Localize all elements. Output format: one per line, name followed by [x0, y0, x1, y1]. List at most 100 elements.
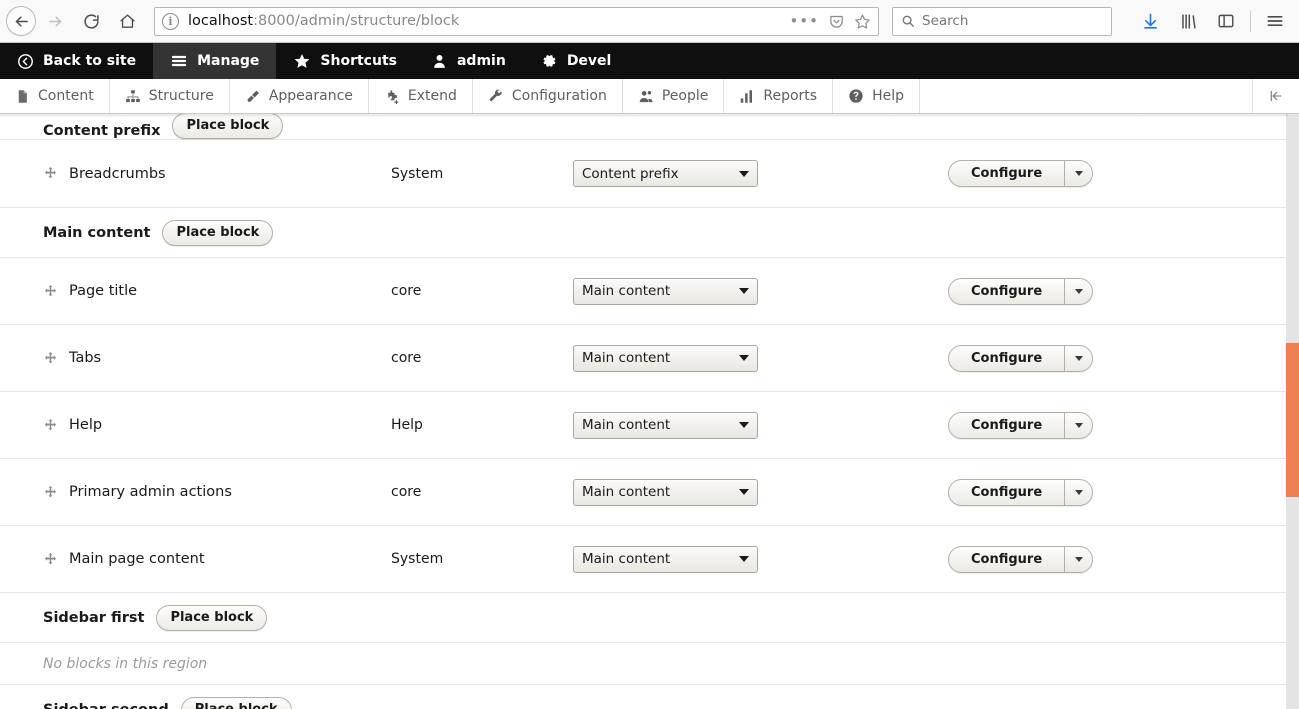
block-layout-table: Content prefix Place block Breadcrumbs S… [0, 114, 1288, 709]
back-button[interactable] [6, 6, 36, 36]
configure-button[interactable]: Configure [949, 547, 1064, 572]
url-bar[interactable]: i localhost:8000/admin/structure/block •… [154, 7, 879, 36]
configure-dropbutton[interactable]: Configure [948, 412, 1093, 439]
dropbutton-toggle[interactable] [1064, 413, 1092, 438]
region-select[interactable]: Main content [573, 479, 758, 506]
chevron-down-icon [1075, 356, 1083, 361]
page-scrollbar[interactable] [1286, 114, 1299, 709]
toolbar-item-back-to-site[interactable]: Back to site [0, 43, 153, 79]
chevron-down-icon [739, 288, 749, 294]
configure-button[interactable]: Configure [949, 413, 1064, 438]
configure-button[interactable]: Configure [949, 161, 1064, 186]
home-button[interactable] [110, 4, 144, 38]
block-provider: Help [391, 417, 573, 433]
region-select[interactable]: Content prefix [573, 160, 758, 187]
block-title: Breadcrumbs [69, 166, 391, 182]
table-row[interactable]: Page title core Main content Configure [0, 257, 1288, 324]
pocket-icon[interactable] [828, 13, 845, 30]
block-title: Page title [69, 283, 391, 299]
drag-move-icon[interactable] [43, 351, 69, 366]
sidebar-button[interactable] [1212, 7, 1240, 35]
url-text: localhost:8000/admin/structure/block [188, 13, 459, 29]
subtoolbar-spacer [920, 79, 1253, 113]
sidebar-icon [1217, 12, 1235, 30]
subtoolbar-item-configuration[interactable]: Configuration [473, 79, 623, 113]
toolbar-item-manage[interactable]: Manage [153, 43, 276, 79]
subtoolbar-item-content[interactable]: Content [0, 79, 110, 113]
home-icon [119, 13, 136, 30]
subtoolbar-item-help[interactable]: Help [833, 79, 920, 113]
subtoolbar-item-extend[interactable]: Extend [369, 79, 473, 113]
configure-dropbutton[interactable]: Configure [948, 345, 1093, 372]
configure-button[interactable]: Configure [949, 346, 1064, 371]
subtoolbar-item-label: People [662, 88, 709, 104]
toolbar-item-devel[interactable]: Devel [523, 43, 629, 79]
subtoolbar-item-structure[interactable]: Structure [110, 79, 230, 113]
collapse-toolbar-button[interactable] [1253, 79, 1299, 113]
configure-button[interactable]: Configure [949, 279, 1064, 304]
table-row[interactable]: Main page content System Main content Co… [0, 525, 1288, 592]
region-select-cell: Main content [573, 479, 948, 506]
drag-move-icon[interactable] [43, 485, 69, 500]
block-provider: core [391, 484, 573, 500]
region-select-value: Main content [582, 283, 739, 299]
region-select[interactable]: Main content [573, 345, 758, 372]
toolbar-item-admin[interactable]: admin [414, 43, 523, 79]
configure-dropbutton[interactable]: Configure [948, 278, 1093, 305]
place-block-button[interactable]: Place block [162, 220, 273, 246]
forward-button[interactable] [38, 4, 72, 38]
configure-dropbutton[interactable]: Configure [948, 479, 1093, 506]
star-icon[interactable] [854, 13, 871, 30]
block-provider: System [391, 166, 573, 182]
block-provider: core [391, 350, 573, 366]
drag-move-icon[interactable] [43, 418, 69, 433]
reload-button[interactable] [74, 4, 108, 38]
operations-cell: Configure [948, 479, 1093, 506]
region-select-value: Content prefix [582, 166, 739, 182]
region-select[interactable]: Main content [573, 412, 758, 439]
empty-region-text: No blocks in this region [43, 656, 207, 672]
library-button[interactable] [1174, 7, 1202, 35]
dropbutton-toggle[interactable] [1064, 547, 1092, 572]
place-block-button[interactable]: Place block [156, 605, 267, 631]
subtoolbar-item-people[interactable]: People [623, 79, 725, 113]
configure-dropbutton[interactable]: Configure [948, 546, 1093, 573]
toolbar-item-label: Back to site [43, 53, 136, 69]
place-block-button[interactable]: Place block [172, 114, 283, 139]
admin-subtoolbar: Content Structure Appearance Extend Conf… [0, 79, 1299, 114]
subtoolbar-item-label: Content [38, 88, 94, 104]
drag-move-icon[interactable] [43, 552, 69, 567]
scrollbar-thumb[interactable] [1286, 343, 1299, 497]
dropbutton-toggle[interactable] [1064, 161, 1092, 186]
toolbar-item-label: admin [457, 53, 506, 69]
table-row[interactable]: Tabs core Main content Configure [0, 324, 1288, 391]
table-row[interactable]: Breadcrumbs System Content prefix Config… [0, 139, 1288, 207]
dropbutton-toggle[interactable] [1064, 480, 1092, 505]
dropbutton-toggle[interactable] [1064, 279, 1092, 304]
subtoolbar-item-reports[interactable]: Reports [724, 79, 833, 113]
configure-button[interactable]: Configure [949, 480, 1064, 505]
drag-move-icon[interactable] [43, 284, 69, 299]
region-select[interactable]: Main content [573, 546, 758, 573]
drag-move-icon[interactable] [43, 166, 69, 181]
region-select[interactable]: Main content [573, 278, 758, 305]
operations-cell: Configure [948, 345, 1093, 372]
dropbutton-toggle[interactable] [1064, 346, 1092, 371]
app-menu-button[interactable] [1261, 7, 1289, 35]
block-provider: core [391, 283, 573, 299]
search-input[interactable]: Search [922, 13, 968, 29]
place-block-button[interactable]: Place block [181, 697, 292, 709]
table-row[interactable]: Help Help Main content Configure [0, 391, 1288, 458]
browser-search-bar[interactable]: Search [892, 7, 1112, 36]
ellipsis-icon[interactable]: ••• [789, 17, 819, 25]
subtoolbar-item-appearance[interactable]: Appearance [230, 79, 369, 113]
operations-cell: Configure [948, 278, 1093, 305]
table-row[interactable]: Primary admin actions core Main content … [0, 458, 1288, 525]
block-title: Main page content [69, 551, 391, 567]
downloads-button[interactable] [1136, 7, 1164, 35]
people-icon [638, 89, 654, 104]
info-circle-icon[interactable]: i [162, 13, 179, 30]
configure-dropbutton[interactable]: Configure [948, 160, 1093, 187]
toolbar-item-shortcuts[interactable]: Shortcuts [276, 43, 414, 79]
chevron-down-icon [1075, 171, 1083, 176]
